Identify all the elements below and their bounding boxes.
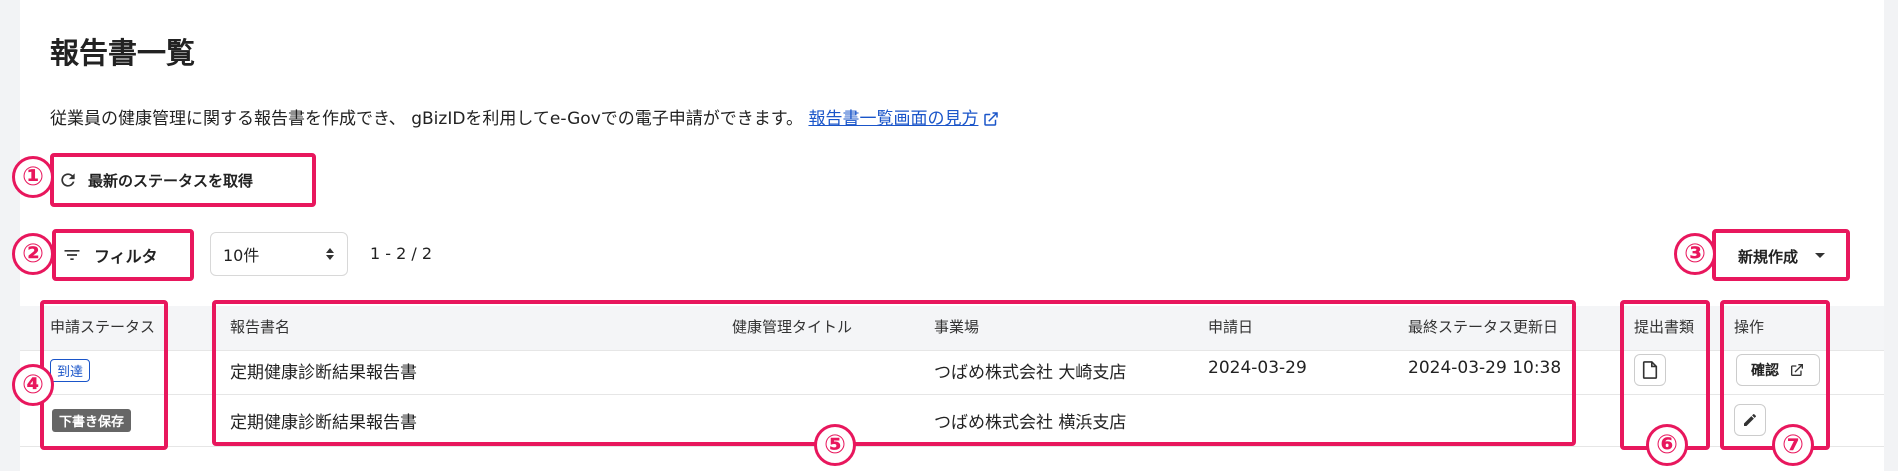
annotation-marker-6: ⑥ bbox=[1646, 424, 1688, 466]
annotation-marker-3: ③ bbox=[1674, 233, 1716, 275]
scrollbar-track bbox=[1884, 0, 1898, 471]
annotation-marker-4: ④ bbox=[12, 364, 54, 406]
highlight-main-columns bbox=[212, 300, 1576, 446]
page-description: 従業員の健康管理に関する報告書を作成でき、 gBizIDを利用してe-Govでの… bbox=[50, 104, 1000, 129]
annotation-marker-1: ① bbox=[12, 156, 54, 198]
help-link-text: 報告書一覧画面の見方 bbox=[808, 109, 979, 129]
highlight-status-column bbox=[40, 300, 168, 450]
page-size-select[interactable]: 10件 bbox=[210, 232, 348, 276]
annotation-marker-7: ⑦ bbox=[1772, 424, 1814, 466]
external-link-icon bbox=[984, 112, 999, 126]
row-divider bbox=[20, 446, 1884, 447]
highlight-filter bbox=[52, 229, 194, 281]
highlight-actions-column bbox=[1720, 300, 1830, 450]
highlight-refresh bbox=[50, 153, 316, 207]
select-arrows-icon bbox=[326, 248, 334, 260]
annotation-marker-2: ② bbox=[12, 233, 54, 275]
pagination-info: 1 - 2 / 2 bbox=[370, 244, 433, 263]
description-text: 従業員の健康管理に関する報告書を作成でき、 gBizIDを利用してe-Govでの… bbox=[50, 109, 804, 129]
annotation-marker-5: ⑤ bbox=[814, 424, 856, 466]
page-title: 報告書一覧 bbox=[50, 36, 196, 70]
highlight-new bbox=[1712, 229, 1850, 281]
help-link[interactable]: 報告書一覧画面の見方 bbox=[808, 109, 1000, 129]
page-size-value: 10件 bbox=[223, 246, 260, 265]
